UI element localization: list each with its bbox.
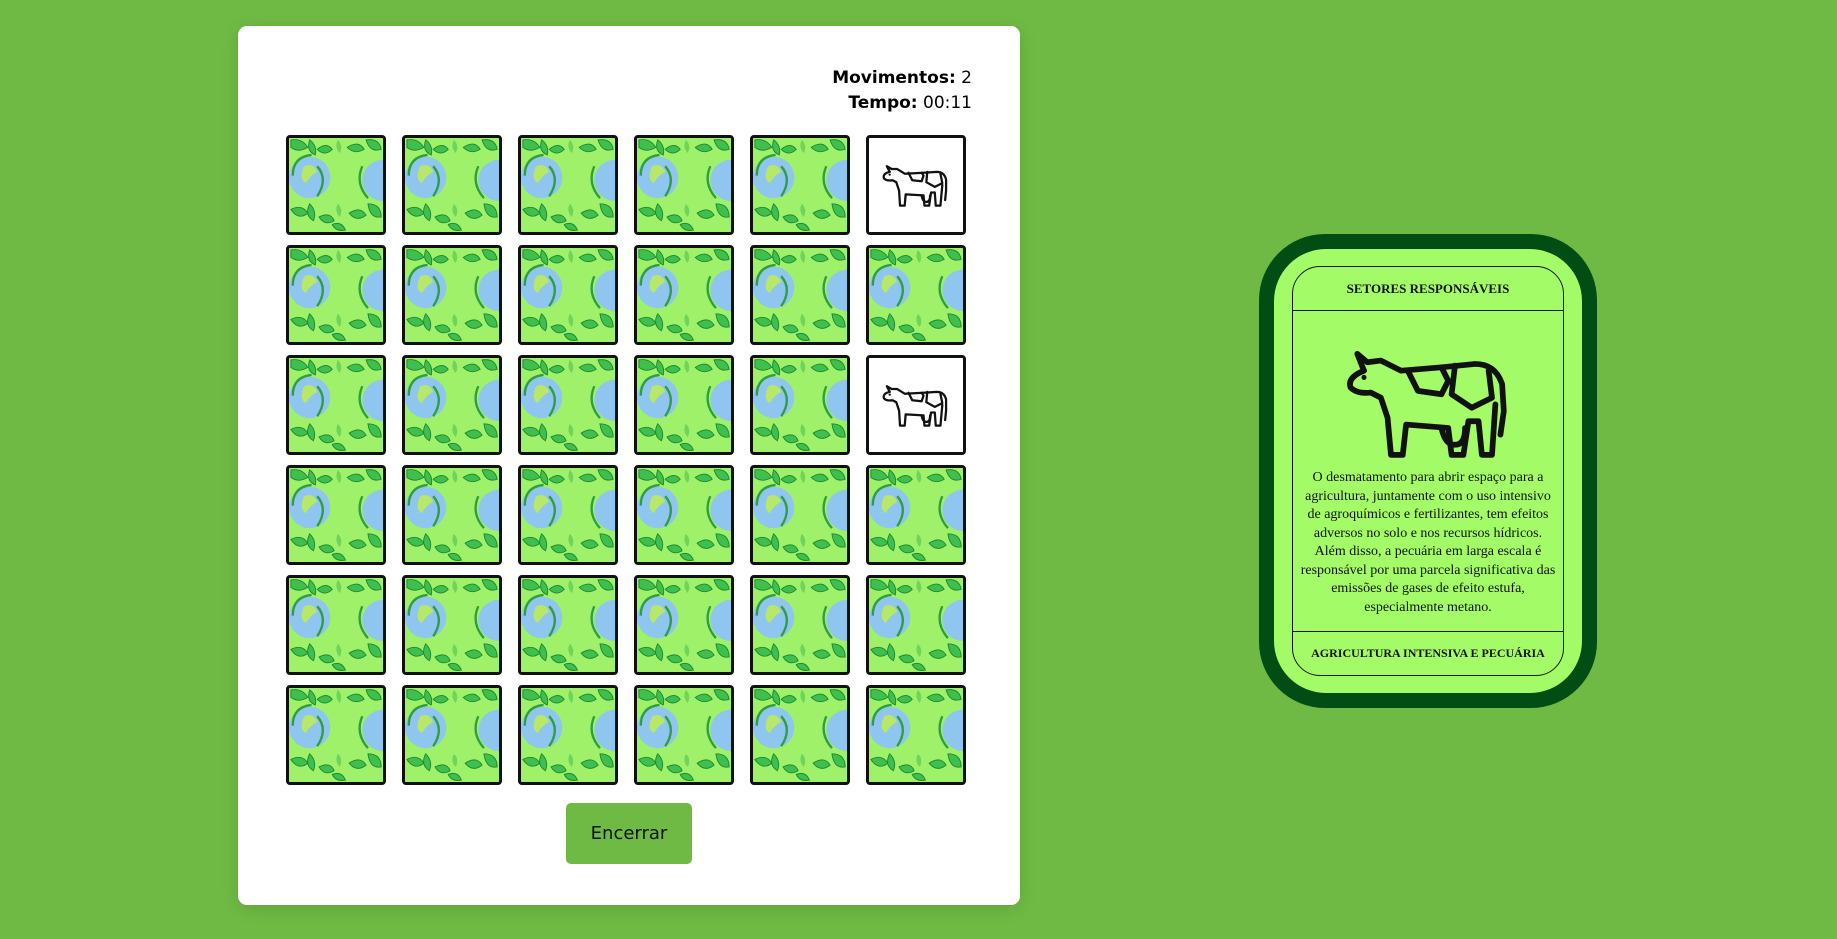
earth-leaves-pattern-icon [405, 358, 499, 452]
earth-leaves-pattern-icon [289, 688, 383, 782]
moves-counter: Movimentos: 2 [832, 66, 972, 91]
earth-leaves-pattern-icon [637, 248, 731, 342]
earth-leaves-pattern-icon [405, 248, 499, 342]
earth-leaves-pattern-icon [521, 688, 615, 782]
earth-leaves-pattern-icon [289, 468, 383, 562]
memory-card[interactable] [634, 245, 734, 345]
earth-leaves-pattern-icon [405, 468, 499, 562]
earth-leaves-pattern-icon [753, 468, 847, 562]
memory-card[interactable] [866, 465, 966, 565]
end-game-button[interactable]: Encerrar [566, 803, 692, 864]
memory-card-grid [286, 135, 966, 785]
cow-icon [869, 358, 963, 452]
memory-card-flipped[interactable] [866, 135, 966, 235]
earth-leaves-pattern-icon [289, 578, 383, 672]
earth-leaves-pattern-icon [637, 578, 731, 672]
info-card-title: SETORES RESPONSÁVEIS [1293, 267, 1563, 311]
game-stats: Movimentos: 2 Tempo: 00:11 [832, 66, 972, 116]
memory-card-flipped[interactable] [866, 355, 966, 455]
earth-leaves-pattern-icon [637, 358, 731, 452]
memory-card[interactable] [866, 245, 966, 345]
memory-card[interactable] [634, 355, 734, 455]
memory-card[interactable] [634, 465, 734, 565]
time-label: Tempo: [848, 93, 918, 113]
earth-leaves-pattern-icon [289, 248, 383, 342]
memory-card[interactable] [286, 465, 386, 565]
earth-leaves-pattern-icon [521, 578, 615, 672]
memory-card[interactable] [750, 245, 850, 345]
earth-leaves-pattern-icon [405, 578, 499, 672]
earth-leaves-pattern-icon [521, 468, 615, 562]
earth-leaves-pattern-icon [521, 138, 615, 232]
memory-card[interactable] [634, 685, 734, 785]
memory-card[interactable] [518, 575, 618, 675]
info-card-frame: SETORES RESPONSÁVEIS O desmatamento para… [1292, 266, 1564, 676]
time-value: 00:11 [923, 93, 972, 113]
earth-leaves-pattern-icon [753, 578, 847, 672]
memory-card[interactable] [518, 465, 618, 565]
memory-card[interactable] [286, 245, 386, 345]
memory-card[interactable] [402, 355, 502, 455]
earth-leaves-pattern-icon [869, 248, 963, 342]
memory-card[interactable] [750, 355, 850, 455]
info-card-inner: SETORES RESPONSÁVEIS O desmatamento para… [1274, 249, 1582, 693]
memory-card[interactable] [518, 245, 618, 345]
earth-leaves-pattern-icon [405, 138, 499, 232]
memory-card[interactable] [518, 135, 618, 235]
info-card-footer: AGRICULTURA INTENSIVA E PECUÁRIA [1293, 631, 1563, 675]
memory-card[interactable] [518, 685, 618, 785]
earth-leaves-pattern-icon [521, 358, 615, 452]
cow-icon [1293, 337, 1563, 465]
memory-card[interactable] [286, 685, 386, 785]
memory-card[interactable] [402, 245, 502, 345]
earth-leaves-pattern-icon [753, 688, 847, 782]
earth-leaves-pattern-icon [405, 688, 499, 782]
memory-card[interactable] [634, 135, 734, 235]
memory-card[interactable] [750, 575, 850, 675]
memory-card[interactable] [866, 685, 966, 785]
game-panel: Movimentos: 2 Tempo: 00:11 Encerrar [238, 26, 1020, 905]
earth-leaves-pattern-icon [753, 358, 847, 452]
timer: Tempo: 00:11 [832, 91, 972, 116]
memory-card[interactable] [866, 575, 966, 675]
earth-leaves-pattern-icon [637, 138, 731, 232]
memory-card[interactable] [286, 135, 386, 235]
earth-leaves-pattern-icon [869, 688, 963, 782]
earth-leaves-pattern-icon [521, 248, 615, 342]
earth-leaves-pattern-icon [869, 578, 963, 672]
moves-value: 2 [961, 68, 972, 88]
memory-card[interactable] [750, 685, 850, 785]
memory-card[interactable] [750, 135, 850, 235]
memory-card[interactable] [286, 355, 386, 455]
cow-icon [869, 138, 963, 232]
info-card: SETORES RESPONSÁVEIS O desmatamento para… [1259, 234, 1597, 708]
earth-leaves-pattern-icon [289, 358, 383, 452]
earth-leaves-pattern-icon [637, 468, 731, 562]
earth-leaves-pattern-icon [753, 248, 847, 342]
memory-card[interactable] [286, 575, 386, 675]
moves-label: Movimentos: [832, 68, 956, 88]
earth-leaves-pattern-icon [869, 468, 963, 562]
earth-leaves-pattern-icon [753, 138, 847, 232]
memory-card[interactable] [634, 575, 734, 675]
memory-card[interactable] [750, 465, 850, 565]
memory-card[interactable] [402, 575, 502, 675]
earth-leaves-pattern-icon [637, 688, 731, 782]
memory-card[interactable] [402, 465, 502, 565]
memory-card[interactable] [402, 135, 502, 235]
earth-leaves-pattern-icon [289, 138, 383, 232]
memory-card[interactable] [402, 685, 502, 785]
memory-card[interactable] [518, 355, 618, 455]
info-card-description: O desmatamento para abrir espaço para a … [1300, 470, 1556, 615]
